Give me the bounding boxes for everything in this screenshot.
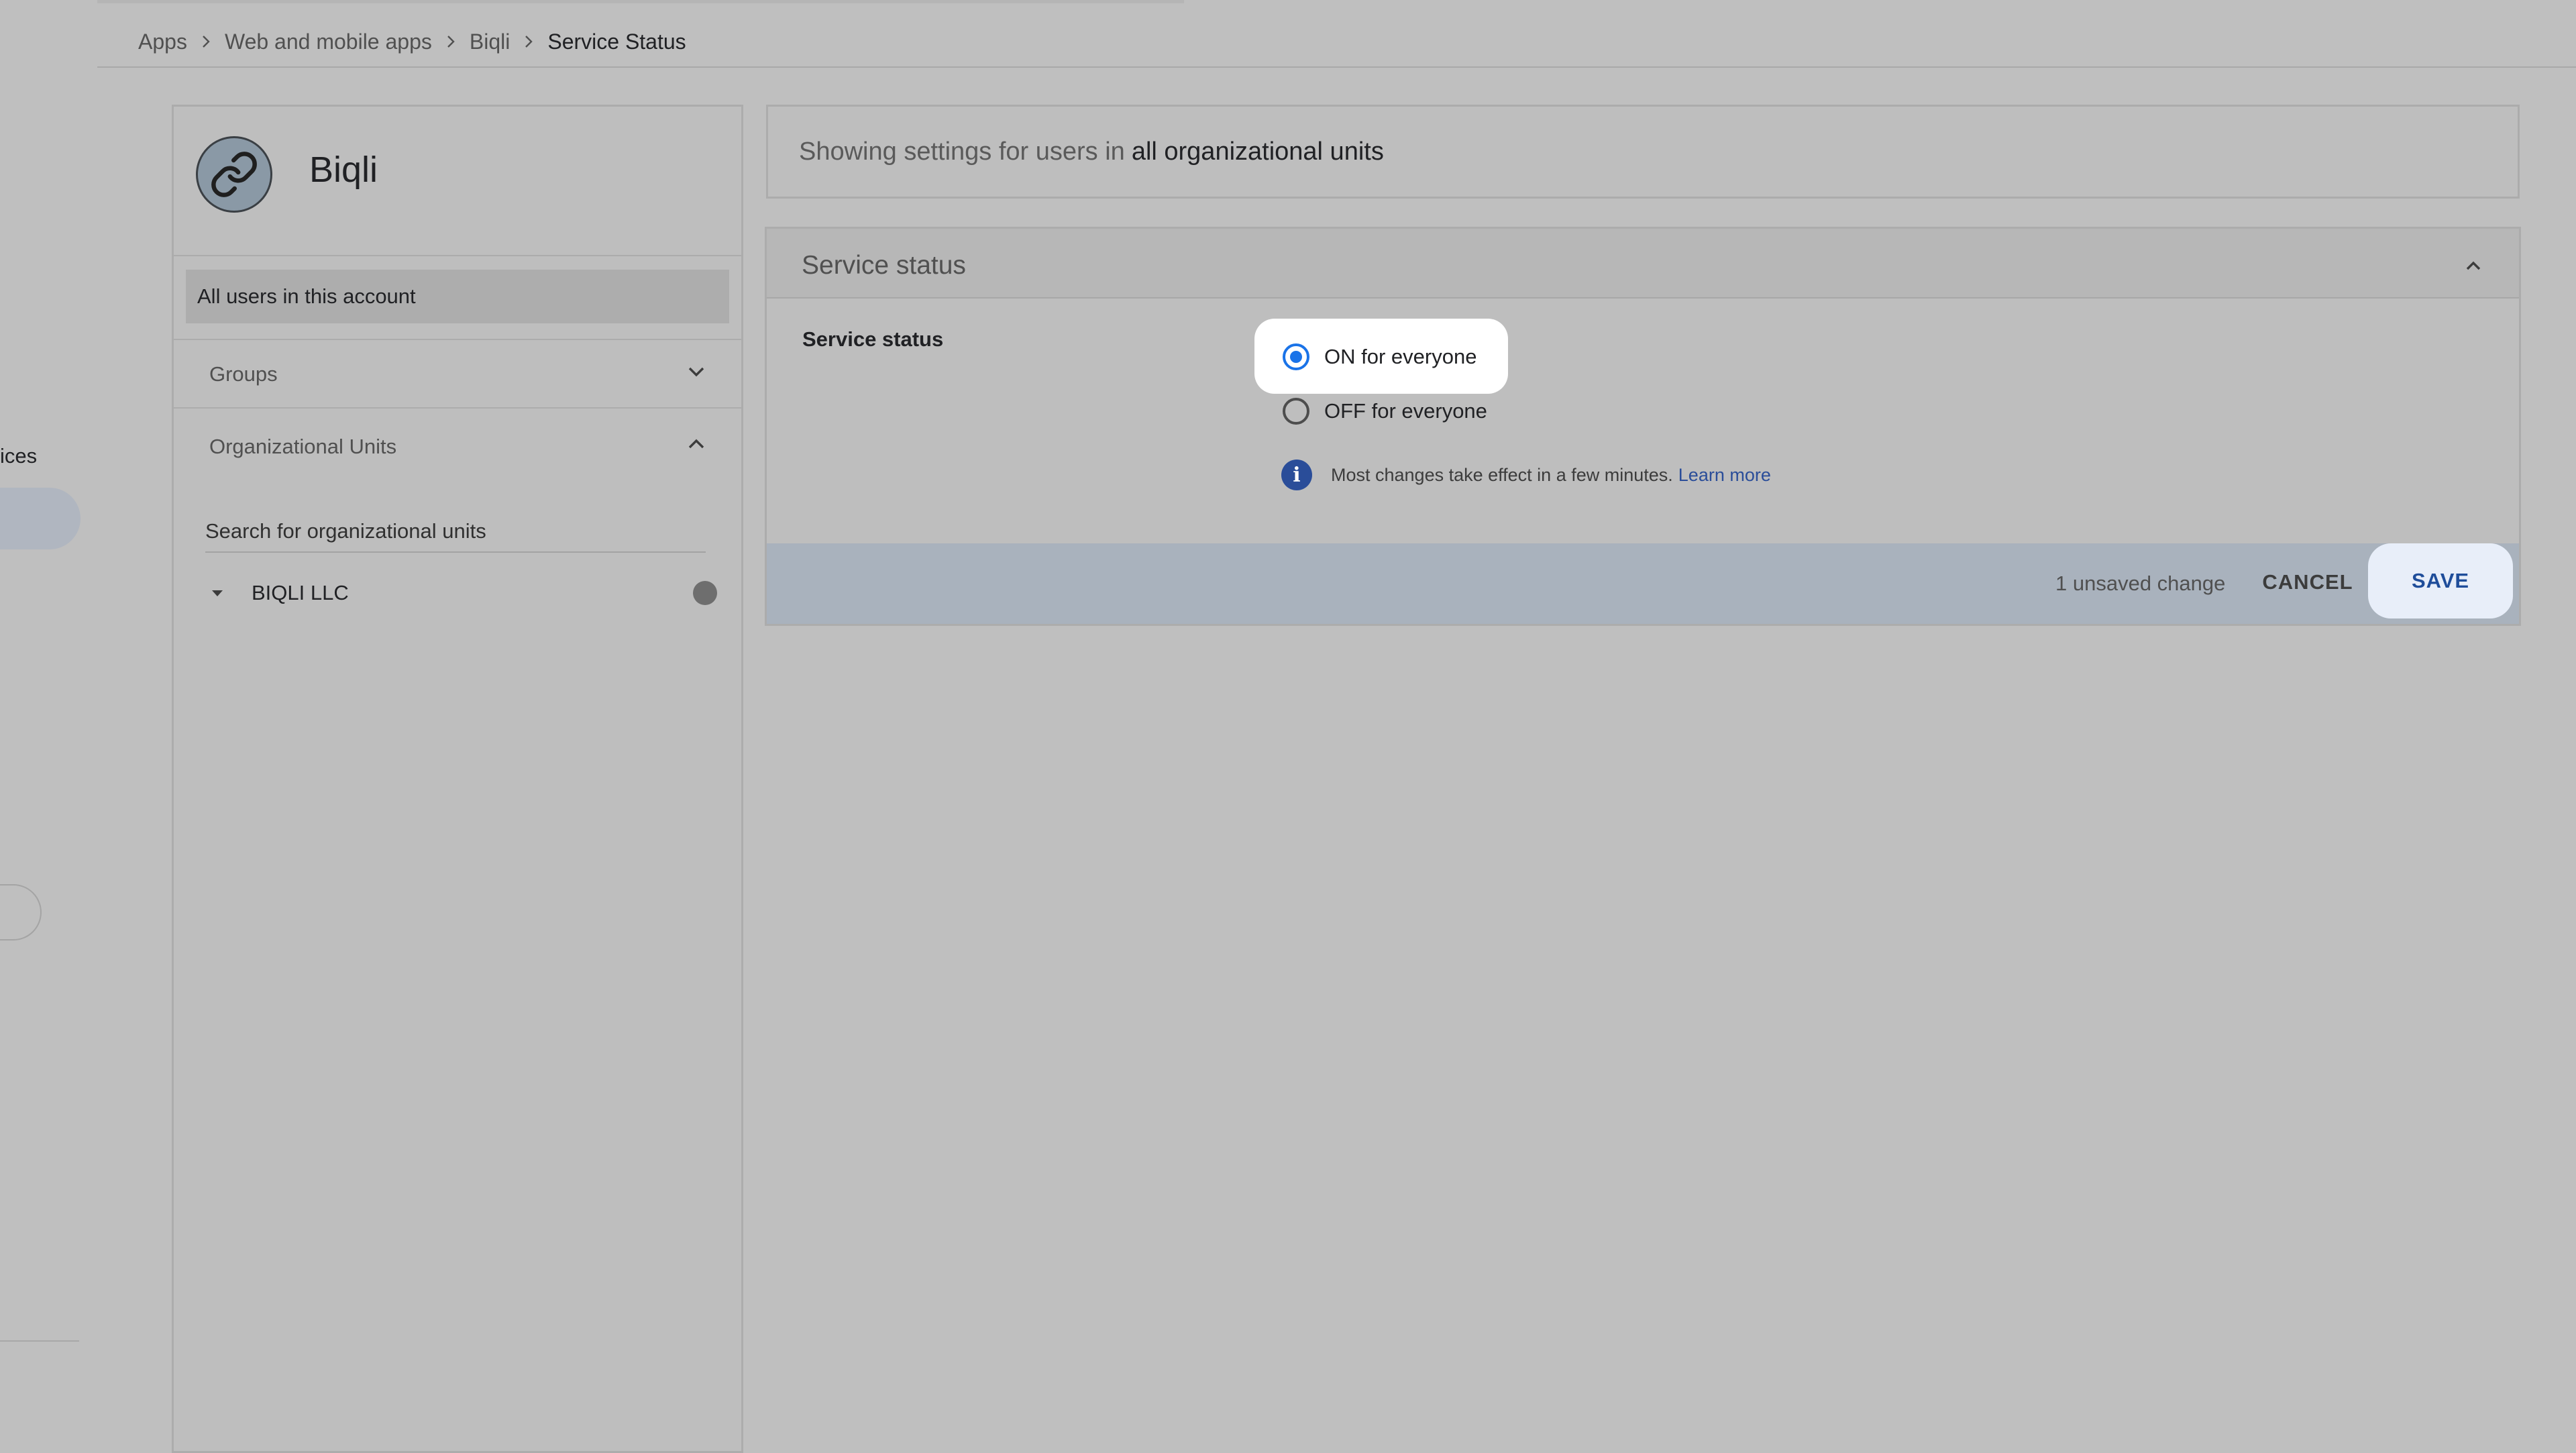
divider — [174, 407, 741, 409]
chevron-up-icon[interactable] — [683, 431, 710, 458]
card-title: Service status — [802, 251, 966, 280]
card-header[interactable] — [767, 229, 2519, 299]
chevron-down-icon[interactable] — [683, 358, 710, 385]
org-unit-name: BIQLI LLC — [252, 581, 349, 604]
breadcrumb-web-mobile-apps[interactable]: Web and mobile apps — [225, 30, 432, 54]
groups-label: Groups — [209, 362, 278, 386]
sidebar-active-item[interactable] — [0, 488, 80, 549]
radio-selected-icon[interactable] — [1283, 343, 1309, 370]
breadcrumb-apps[interactable]: Apps — [138, 30, 187, 54]
radio-off-for-everyone[interactable]: OFF for everyone — [1283, 398, 1487, 425]
org-units-label: Organizational Units — [209, 435, 397, 458]
info-text: Most changes take effect in a few minute… — [1331, 464, 1673, 485]
org-units-search-input[interactable] — [205, 511, 706, 553]
save-button[interactable]: SAVE — [2368, 543, 2513, 618]
chevron-right-icon — [432, 34, 470, 49]
sidebar-item-partial[interactable]: ices — [0, 444, 37, 468]
header-divider — [97, 66, 2576, 68]
breadcrumb-current: Service Status — [547, 29, 686, 54]
chevron-right-icon — [187, 34, 225, 49]
sidebar-button-partial[interactable] — [0, 884, 42, 940]
radio-label: OFF for everyone — [1324, 399, 1487, 423]
breadcrumb-biqli[interactable]: Biqli — [470, 30, 510, 54]
chevron-right-icon — [510, 34, 547, 49]
caret-down-icon[interactable] — [207, 583, 227, 603]
all-users-item[interactable]: All users in this account — [186, 270, 729, 323]
breadcrumb: Apps Web and mobile apps Biqli Service S… — [138, 25, 686, 58]
scope-banner: Showing settings for users in all organi… — [766, 105, 2520, 199]
learn-more-link[interactable]: Learn more — [1678, 465, 1771, 486]
info-note: i Most changes take effect in a few minu… — [1281, 460, 1771, 490]
radio-label: ON for everyone — [1324, 345, 1477, 368]
sidebar-divider — [0, 1340, 79, 1342]
info-icon: i — [1281, 460, 1312, 490]
scope-prefix: Showing settings for users in — [799, 137, 1125, 166]
unsaved-change-count: 1 unsaved change — [2055, 572, 2226, 595]
org-unit-row[interactable]: BIQLI LLC — [201, 572, 731, 614]
setting-label: Service status — [802, 327, 944, 351]
divider — [174, 255, 741, 256]
top-progress-line — [97, 0, 1184, 3]
app-name: Biqli — [309, 150, 378, 190]
radio-on-for-everyone[interactable]: ON for everyone — [1283, 343, 1477, 370]
radio-unselected-icon[interactable] — [1283, 398, 1309, 425]
cancel-button[interactable]: CANCEL — [2254, 555, 2361, 609]
status-dot — [693, 581, 717, 605]
chevron-up-icon[interactable] — [2460, 252, 2487, 279]
link-icon — [196, 136, 272, 213]
scope-target: all organizational units — [1131, 137, 1384, 166]
